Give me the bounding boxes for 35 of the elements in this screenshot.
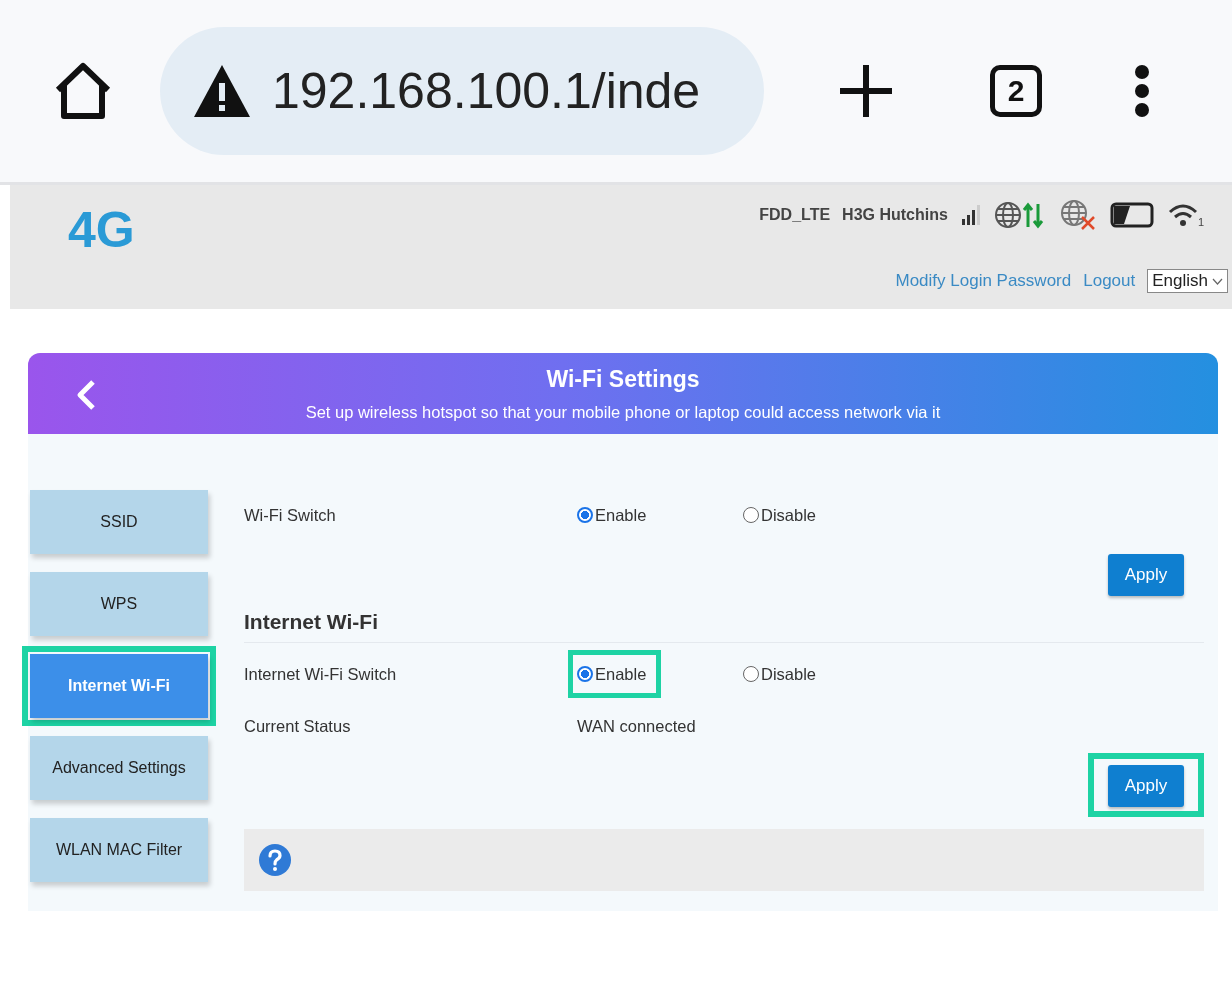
status-value: WAN connected bbox=[577, 716, 696, 736]
radio-option[interactable]: Disable bbox=[743, 659, 817, 689]
sidebar-item[interactable]: WPS bbox=[30, 572, 208, 636]
apply-button[interactable]: Apply bbox=[1108, 765, 1184, 807]
wifi-client-count: 1 bbox=[1197, 216, 1204, 228]
signal-icon bbox=[959, 204, 982, 226]
radio-option[interactable]: Disable bbox=[743, 500, 817, 530]
help-icon[interactable] bbox=[258, 843, 292, 877]
logo-text: 4G bbox=[68, 201, 135, 259]
operator-name: H3G Hutchins bbox=[842, 206, 948, 224]
tab-count-button[interactable]: 2 bbox=[990, 65, 1042, 117]
radio-option[interactable]: Enable bbox=[577, 500, 647, 530]
sidebar-item[interactable]: WLAN MAC Filter bbox=[30, 818, 208, 882]
network-type: FDD_LTE bbox=[759, 206, 831, 224]
url-text: 192.168.100.1/inde bbox=[272, 62, 701, 120]
wifi-icon bbox=[1167, 202, 1198, 228]
section-heading: Internet Wi-Fi bbox=[244, 606, 1204, 643]
caret-icon bbox=[1212, 277, 1223, 285]
page-subtitle: Set up wireless hotspot so that your mobile phone or laptop could access network via it bbox=[304, 403, 942, 422]
back-icon[interactable] bbox=[76, 379, 96, 411]
apply-button[interactable]: Apply bbox=[1108, 554, 1184, 596]
page-title: Wi-Fi Settings bbox=[545, 365, 701, 393]
field-label: Internet Wi-Fi Switch bbox=[244, 664, 398, 684]
warning-icon bbox=[192, 63, 252, 119]
sidebar-item[interactable]: Advanced Settings bbox=[30, 736, 208, 800]
new-tab-icon[interactable] bbox=[838, 63, 894, 119]
field-label: Wi-Fi Switch bbox=[244, 505, 337, 525]
globe-blocked-icon bbox=[1059, 199, 1098, 231]
language-dropdown[interactable]: English bbox=[1147, 269, 1228, 293]
radio-option[interactable]: Enable bbox=[577, 659, 647, 689]
field-label: Current Status bbox=[244, 716, 352, 736]
sidebar-item[interactable]: SSID bbox=[30, 490, 208, 554]
battery-icon bbox=[1109, 202, 1156, 228]
address-bar[interactable]: 192.168.100.1/inde bbox=[160, 27, 764, 155]
menu-icon[interactable] bbox=[1134, 64, 1150, 118]
